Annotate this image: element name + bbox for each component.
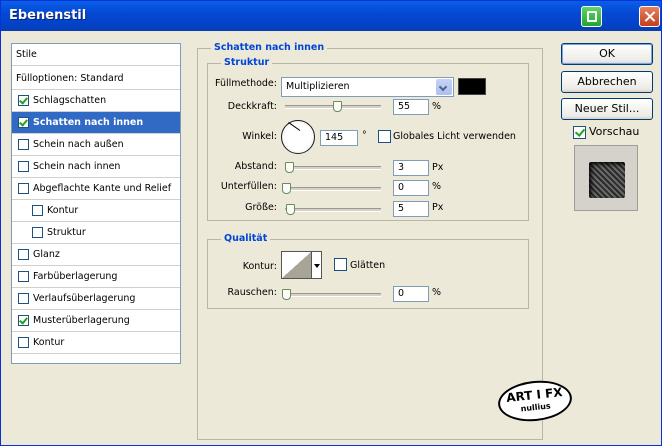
slider-thumb[interactable] (282, 289, 291, 300)
style-preview (574, 145, 638, 211)
angle-dial[interactable] (281, 120, 315, 154)
cancel-button[interactable]: Abbrechen (561, 71, 653, 93)
sidebar-item-label: Verlaufsüberlagerung (33, 293, 136, 304)
title-bar: Ebenenstil (1, 1, 661, 31)
unterfuellen-label: Unterfüllen: (220, 181, 277, 192)
slider-thumb[interactable] (286, 204, 295, 215)
sidebar-item[interactable]: Struktur (12, 222, 180, 244)
deckkraft-label: Deckkraft: (227, 101, 277, 112)
sidebar-item[interactable]: Fülloptionen: Standard (12, 68, 180, 90)
struktur-title: Struktur (221, 57, 273, 68)
sidebar-item[interactable]: Kontur (12, 200, 180, 222)
style-list: Stile Fülloptionen: Standard Schlagschatt… (11, 43, 181, 364)
abstand-input[interactable]: 3 (393, 160, 429, 176)
sidebar-item-label: Struktur (47, 227, 86, 238)
sidebar-item-checkbox[interactable] (18, 293, 29, 304)
fuellmethode-label: Füllmethode: (215, 78, 277, 89)
sidebar-item[interactable]: Schlagschatten (12, 90, 180, 112)
deckkraft-input[interactable]: 55 (393, 99, 429, 115)
rauschen-slider[interactable] (282, 289, 381, 300)
sidebar-item[interactable]: Verlaufsüberlagerung (12, 288, 180, 310)
chevron-down-icon[interactable] (312, 251, 322, 279)
groesse-label: Größe: (245, 202, 277, 213)
preview-checkbox[interactable] (573, 126, 586, 139)
deckkraft-unit: % (432, 101, 442, 112)
shadow-color-swatch[interactable] (458, 78, 486, 95)
sidebar-item-checkbox[interactable] (18, 117, 29, 128)
global-light-label: Globales Licht verwenden (393, 131, 516, 142)
rauschen-input[interactable]: 0 (393, 286, 429, 302)
new-style-button[interactable]: Neuer Stil... (561, 98, 653, 120)
fuellmethode-select[interactable]: Multiplizieren (281, 77, 454, 97)
glaetten-label: Glätten (350, 260, 386, 271)
sidebar-item-checkbox[interactable] (18, 139, 29, 150)
slider-thumb[interactable] (282, 183, 291, 194)
ok-button[interactable]: OK (561, 43, 653, 65)
help-icon[interactable] (581, 6, 602, 27)
unterfuellen-unit: % (432, 181, 442, 192)
sidebar-item[interactable]: Farbüberlagerung (12, 266, 180, 288)
abstand-unit: Px (432, 162, 444, 173)
sidebar-item-label: Schein nach außen (33, 139, 124, 150)
contour-preview[interactable] (281, 251, 312, 279)
rauschen-label: Rauschen: (227, 287, 278, 298)
sidebar-item-checkbox[interactable] (18, 315, 29, 326)
abstand-label: Abstand: (234, 161, 277, 172)
preview-swatch (589, 162, 625, 198)
slider-thumb[interactable] (333, 101, 342, 112)
groesse-input[interactable]: 5 (393, 201, 429, 217)
groesse-slider[interactable] (285, 204, 381, 215)
sidebar-item[interactable]: Abgeflachte Kante und Relief (12, 178, 180, 200)
sidebar-item-checkbox[interactable] (18, 337, 29, 348)
sidebar-item-checkbox[interactable] (32, 205, 43, 216)
group-title: Schatten nach innen (211, 42, 328, 53)
close-icon[interactable] (639, 6, 660, 27)
sidebar-item-label: Farbüberlagerung (33, 271, 118, 282)
sidebar-item-label: Schein nach innen (33, 161, 121, 172)
deckkraft-slider[interactable] (285, 101, 381, 112)
sidebar-item-checkbox[interactable] (18, 249, 29, 260)
winkel-unit: ° (362, 130, 367, 141)
dialog-window: Ebenenstil Stile Fülloptionen: Standard S… (0, 0, 662, 446)
sidebar-item-label: Fülloptionen: Standard (16, 73, 124, 84)
sidebar-item[interactable]: Schein nach innen (12, 156, 180, 178)
sidebar-item[interactable]: Schein nach außen (12, 134, 180, 156)
sidebar-item[interactable]: Glanz (12, 244, 180, 266)
sidebar-item[interactable]: Schatten nach innen (12, 112, 180, 134)
sidebar-item-label: Glanz (33, 249, 60, 260)
sidebar-item-checkbox[interactable] (18, 95, 29, 106)
rauschen-unit: % (432, 287, 442, 298)
unterfuellen-slider[interactable] (282, 183, 381, 194)
chevron-down-icon[interactable] (436, 79, 452, 95)
sidebar-item-label: Schlagschatten (33, 95, 107, 106)
sidebar-item-checkbox[interactable] (18, 161, 29, 172)
sidebar-item-checkbox[interactable] (32, 227, 43, 238)
sidebar-item[interactable]: Kontur (12, 332, 180, 354)
groesse-unit: Px (432, 202, 444, 213)
sidebar-item[interactable]: Musterüberlagerung (12, 310, 180, 332)
preview-label: Vorschau (589, 125, 640, 138)
sidebar-item-label: Schatten nach innen (33, 117, 144, 128)
abstand-slider[interactable] (285, 162, 381, 173)
qualitaet-title: Qualität (221, 233, 271, 244)
style-list-header: Stile (12, 44, 180, 66)
unterfuellen-input[interactable]: 0 (393, 180, 429, 196)
sidebar-item-label: Kontur (33, 337, 65, 348)
kontur-label: Kontur: (242, 261, 277, 272)
global-light-checkbox[interactable] (378, 130, 391, 143)
glaetten-checkbox[interactable] (334, 258, 347, 271)
sidebar-item-checkbox[interactable] (18, 183, 29, 194)
sidebar-item-label: Abgeflachte Kante und Relief (33, 183, 172, 194)
sidebar-item-label: Musterüberlagerung (33, 315, 130, 326)
winkel-label: Winkel: (242, 131, 277, 142)
window-title: Ebenenstil (9, 8, 87, 23)
slider-thumb[interactable] (285, 162, 294, 173)
winkel-input[interactable]: 145 (320, 130, 358, 146)
qualitaet-group (207, 239, 529, 309)
sidebar-item-checkbox[interactable] (18, 271, 29, 282)
sidebar-item-label: Kontur (47, 205, 79, 216)
